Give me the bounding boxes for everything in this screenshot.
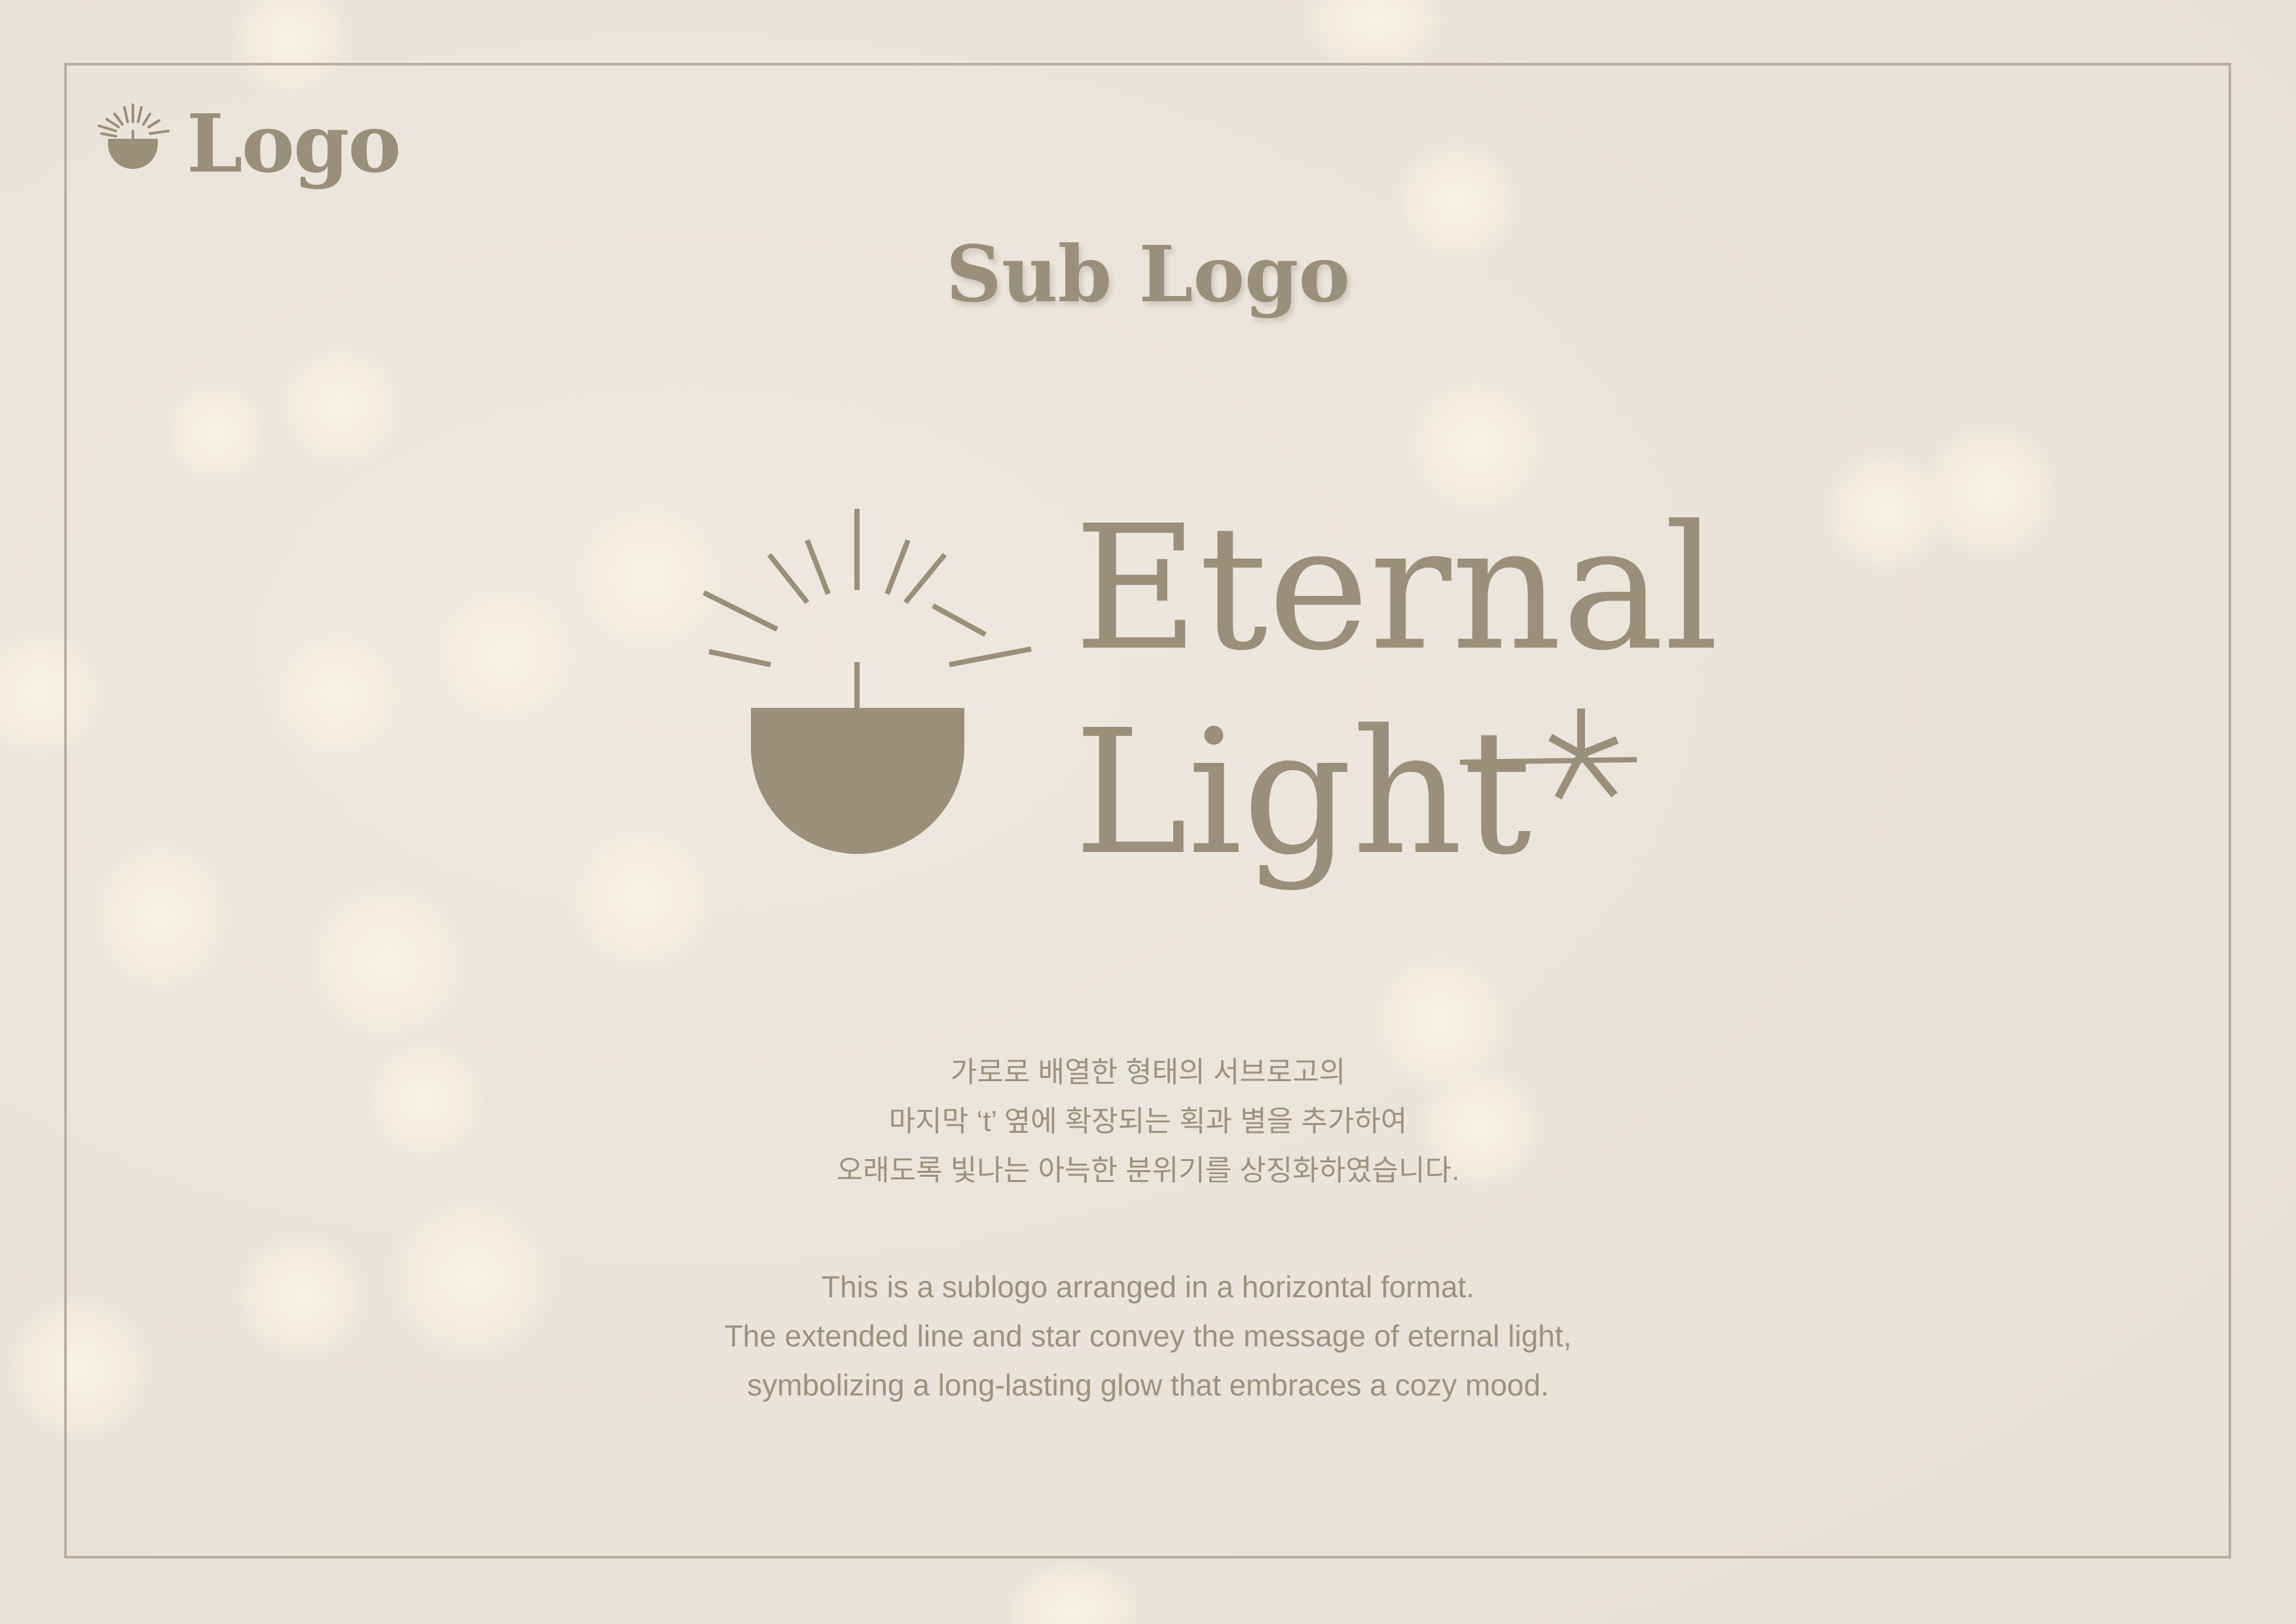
page-title: Sub Logo (945, 229, 1351, 320)
description-korean-line: 가로로 배열한 형태의 서브로고의 (950, 1056, 1346, 1088)
description-english-line: This is a sublogo arranged in a horizont… (821, 1270, 1475, 1304)
corner-logo: Logo (95, 98, 409, 196)
corner-logo-text: Logo (187, 96, 401, 191)
star-icon (1460, 709, 1637, 800)
description-english-line: The extended line and star convey the me… (724, 1319, 1572, 1353)
description-korean: 가로로 배열한 형태의 서브로고의 마지막 ‘t’ 옆에 확장되는 획과 별을 … (0, 1048, 2296, 1195)
lamp-icon (98, 103, 170, 169)
description-english: This is a sublogo arranged in a horizont… (0, 1263, 2296, 1410)
description-english-line: symbolizing a long-lasting glow that emb… (747, 1368, 1549, 1402)
lamp-rays-icon (702, 509, 1032, 854)
description-korean-line: 오래도록 빛나는 아늑한 분위기를 상징화하였습니다. (836, 1154, 1460, 1187)
brand-line-eternal: Eternal (1074, 489, 1719, 688)
description-korean-line: 마지막 ‘t’ 옆에 확장되는 획과 별을 추가하여 (888, 1105, 1408, 1137)
